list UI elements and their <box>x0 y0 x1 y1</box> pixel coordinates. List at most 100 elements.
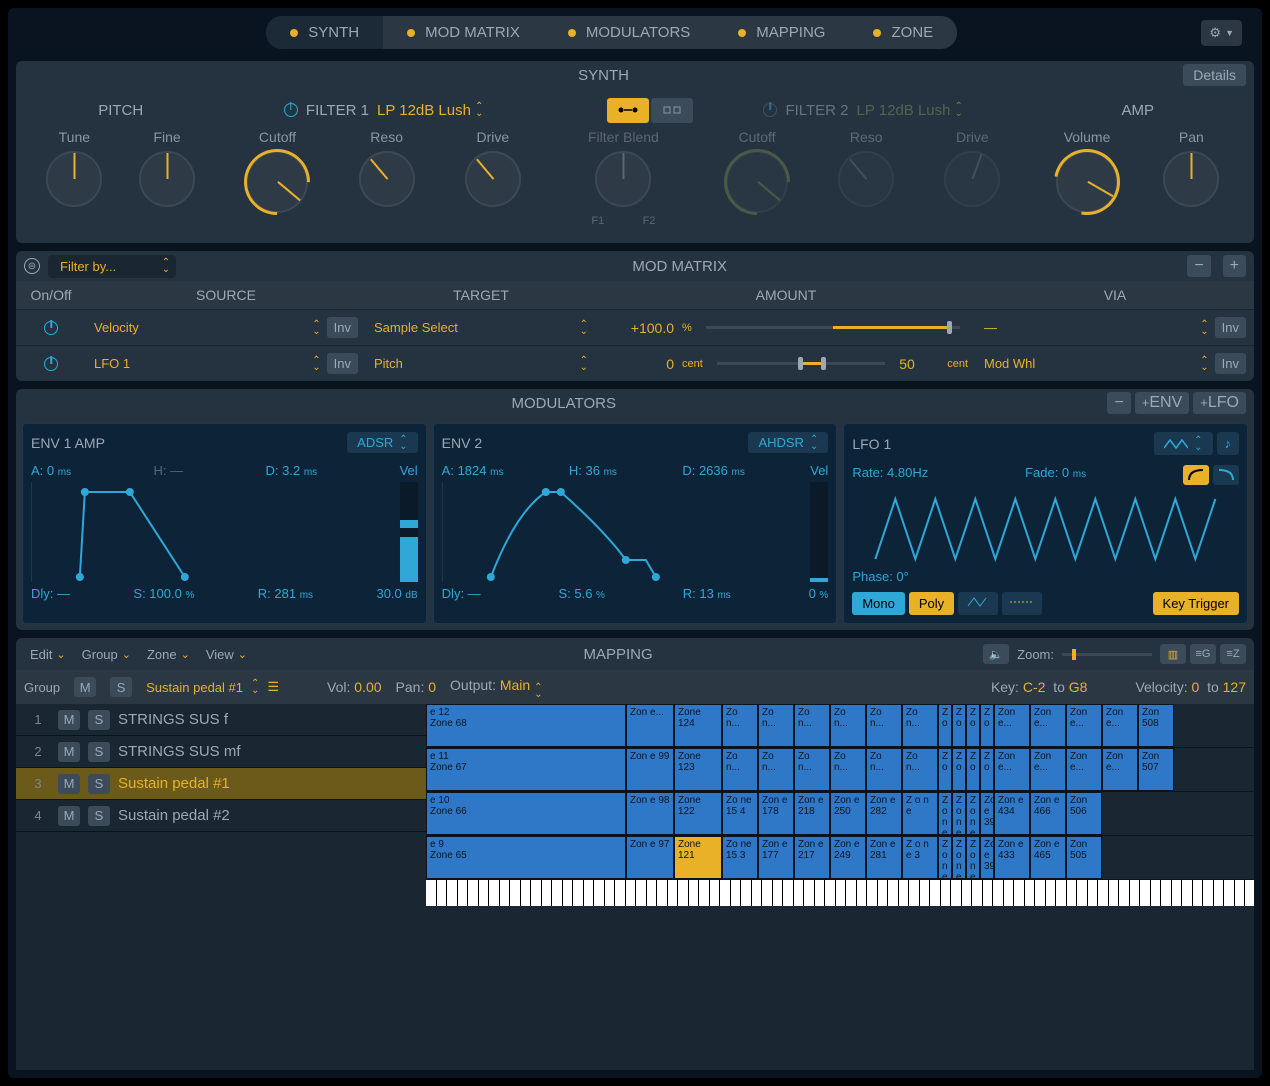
zone-cell[interactable]: Zo n... <box>794 748 830 791</box>
zone-cell[interactable]: Zo n... <box>794 704 830 747</box>
filter-blend-knob[interactable] <box>595 151 651 207</box>
zone-cell[interactable]: Zo n... <box>902 748 938 791</box>
zone-cell[interactable]: Z o <box>938 748 952 791</box>
zone-menu[interactable]: Zone⌄ <box>141 643 196 666</box>
zone-cell[interactable]: Zo n... <box>866 704 902 747</box>
zone-cell[interactable]: Z o n e 3 <box>902 836 938 879</box>
piano-keyboard[interactable] <box>426 880 1254 906</box>
zone-cell[interactable]: e 12Zone 68 <box>426 704 626 747</box>
filter1-reso-knob[interactable] <box>359 151 415 207</box>
mm-row2-source-inv-button[interactable]: Inv <box>327 353 358 374</box>
zone-cell[interactable]: Z o n e <box>966 792 980 835</box>
vel-hi[interactable]: 127 <box>1223 679 1246 695</box>
zone-cell[interactable]: Zon e 282 <box>866 792 902 835</box>
filter-icon[interactable]: ⊜ <box>24 258 40 274</box>
zone-cell[interactable]: Z o <box>966 704 980 747</box>
zoom-slider[interactable] <box>1062 653 1152 656</box>
mod-remove-button[interactable]: − <box>1107 392 1130 414</box>
zone-cell[interactable]: Zon e 97 <box>626 836 674 879</box>
tune-knob[interactable] <box>46 151 102 207</box>
filter1-cutoff-knob[interactable] <box>246 151 308 213</box>
zone-cell[interactable]: Z o n e 3 <box>938 836 952 879</box>
zone-cell[interactable]: Zon e... <box>1102 748 1138 791</box>
zone-cell[interactable]: e 9Zone 65 <box>426 836 626 879</box>
group-select[interactable]: Sustain pedal #1☰ <box>146 679 279 695</box>
fine-knob[interactable] <box>139 151 195 207</box>
mm-row2-target-select[interactable]: Pitch <box>374 356 574 371</box>
group-row[interactable]: 2MSSTRINGS SUS mf <box>16 736 426 768</box>
tab-zone[interactable]: ZONE <box>849 16 957 49</box>
tab-modulators[interactable]: MODULATORS <box>544 16 714 49</box>
zone-cell[interactable]: Zon e 466 <box>1030 792 1066 835</box>
zone-cell[interactable]: Zon e... <box>1066 748 1102 791</box>
zone-cell[interactable]: Z o <box>938 704 952 747</box>
zone-cell[interactable]: Z o n e <box>952 792 966 835</box>
filter1-mode-select[interactable]: LP 12dB Lush <box>377 102 483 119</box>
group-menu[interactable]: Group⌄ <box>76 643 137 666</box>
view-group-button[interactable]: ≡G <box>1190 644 1216 664</box>
filter2-mode-select[interactable]: LP 12dB Lush <box>857 102 963 119</box>
zone-cell[interactable]: Zone 122 <box>674 792 722 835</box>
filter2-reso-knob[interactable] <box>838 151 894 207</box>
zone-cell[interactable]: Zon e... <box>626 704 674 747</box>
zone-cell[interactable]: Zone 124 <box>674 704 722 747</box>
zone-cell[interactable]: Zon e 394 <box>980 792 994 835</box>
env1-graph[interactable] <box>31 482 418 582</box>
edit-menu[interactable]: Edit⌄ <box>24 643 72 666</box>
filter2-power-icon[interactable] <box>763 103 777 117</box>
zone-cell[interactable]: Zone 121 <box>674 836 722 879</box>
zone-cell[interactable]: Zon 508 <box>1138 704 1174 747</box>
zone-cell[interactable]: Zon e... <box>1102 704 1138 747</box>
add-env-button[interactable]: +ENV <box>1135 392 1190 414</box>
zone-cell[interactable]: Zo n... <box>722 748 758 791</box>
fade-out-curve-button[interactable] <box>1213 465 1239 485</box>
mm-add-button[interactable]: + <box>1223 255 1246 277</box>
mm-row1-source-select[interactable]: Velocity <box>94 320 306 335</box>
env2-graph[interactable] <box>442 482 829 582</box>
zone-cell[interactable]: Zon 507 <box>1138 748 1174 791</box>
zone-cell[interactable]: Zon e... <box>1030 748 1066 791</box>
group-solo-button[interactable]: S <box>110 677 132 697</box>
mm-row1-power-icon[interactable] <box>44 321 58 335</box>
zone-cell[interactable]: Z o <box>980 704 994 747</box>
zone-cell[interactable]: Zon e 98 <box>626 792 674 835</box>
zone-cell[interactable]: Zon e... <box>994 704 1030 747</box>
zone-cell[interactable]: Zo n... <box>866 748 902 791</box>
mm-row1-target-select[interactable]: Sample Select <box>374 320 574 335</box>
zone-cell[interactable]: Zo n... <box>758 704 794 747</box>
add-lfo-button[interactable]: +LFO <box>1193 392 1246 414</box>
zone-cell[interactable]: Z o n e 3 <box>966 836 980 879</box>
zone-cell[interactable]: Zo n... <box>722 704 758 747</box>
zone-cell[interactable]: Zon e... <box>1066 704 1102 747</box>
lfo-shape1-button[interactable] <box>958 592 998 615</box>
filter1-power-icon[interactable] <box>284 103 298 117</box>
solo-button[interactable]: S <box>88 710 110 730</box>
filter2-cutoff-knob[interactable] <box>726 151 788 213</box>
group-row[interactable]: 1MSSTRINGS SUS f <box>16 704 426 736</box>
zone-cell[interactable]: Z o n e <box>938 792 952 835</box>
zone-cell[interactable]: Z o <box>980 748 994 791</box>
zone-cell[interactable]: Zon e... <box>994 748 1030 791</box>
zone-cell[interactable]: Zon e 434 <box>994 792 1030 835</box>
zone-cell[interactable]: Zo ne 15 4 <box>722 792 758 835</box>
mm-row1-source-inv-button[interactable]: Inv <box>327 317 358 338</box>
group-row[interactable]: 4MSSustain pedal #2 <box>16 800 426 832</box>
key-trigger-button[interactable]: Key Trigger <box>1153 592 1239 615</box>
tab-mapping[interactable]: MAPPING <box>714 16 849 49</box>
group-row[interactable]: 3MSSustain pedal #1 <box>16 768 426 800</box>
lfo-mono-button[interactable]: Mono <box>852 592 905 615</box>
settings-button[interactable]: ⚙▼ <box>1201 20 1242 46</box>
solo-button[interactable]: S <box>88 742 110 762</box>
pan-value[interactable]: 0 <box>428 679 436 695</box>
zone-cell[interactable]: Zo n... <box>830 748 866 791</box>
solo-button[interactable]: S <box>88 774 110 794</box>
zone-cell[interactable]: Zon e 281 <box>866 836 902 879</box>
zone-cell[interactable]: Zon 506 <box>1066 792 1102 835</box>
mute-button[interactable]: M <box>58 806 80 826</box>
zone-cell[interactable]: Zo n... <box>902 704 938 747</box>
mm-row1-via-select[interactable]: — <box>984 320 1194 335</box>
env1-mode-select[interactable]: ADSR <box>347 432 418 453</box>
env2-mode-select[interactable]: AHDSR <box>748 432 828 453</box>
zone-cell[interactable]: Zo n... <box>830 704 866 747</box>
zone-cell[interactable]: Zon e 433 <box>994 836 1030 879</box>
